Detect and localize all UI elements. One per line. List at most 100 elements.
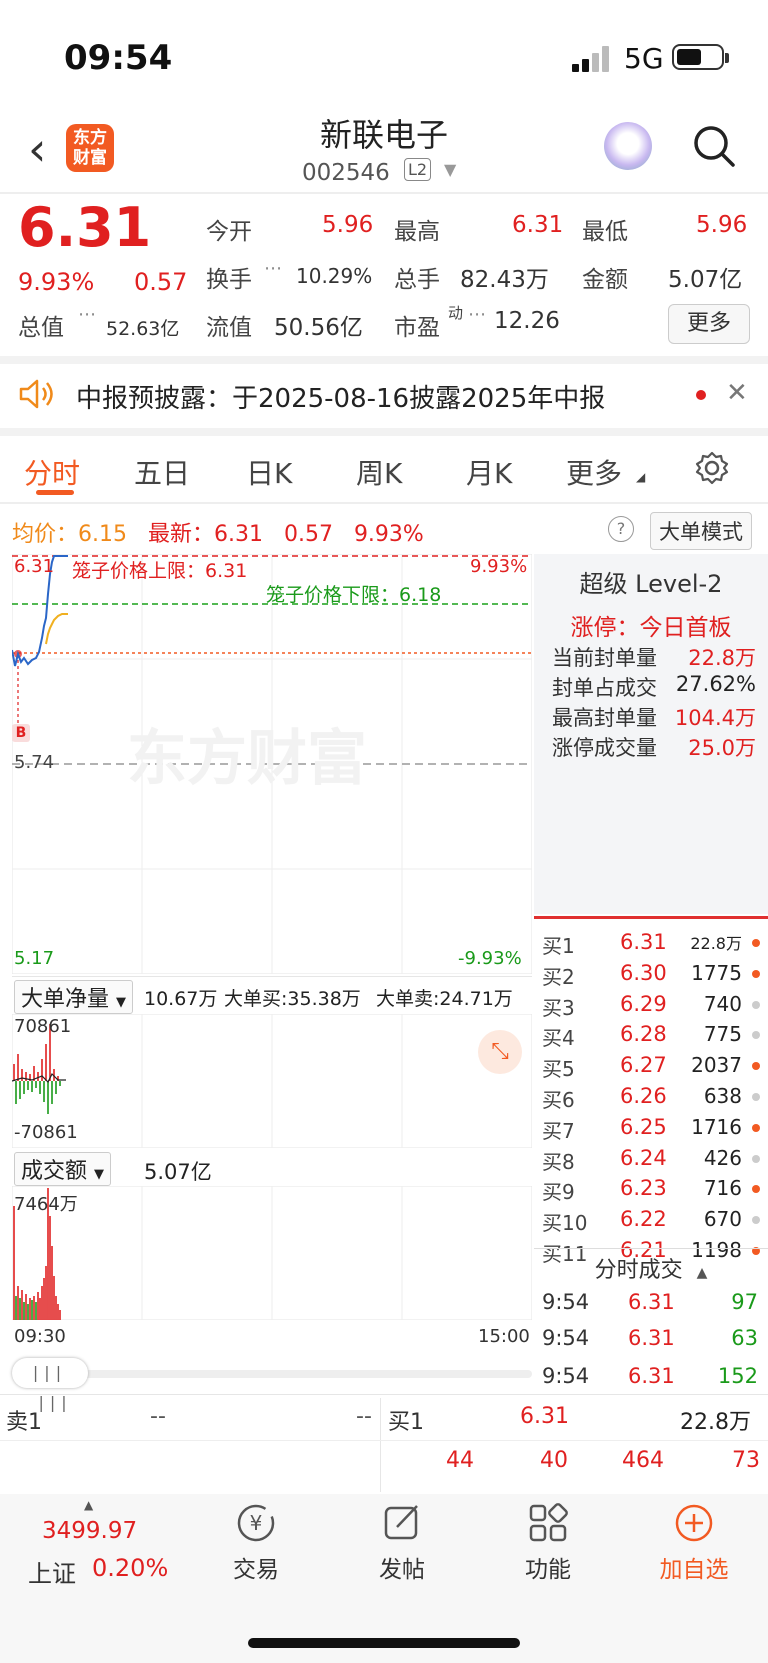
nav-post[interactable]: 发帖 <box>342 1500 462 1584</box>
bid-dot-icon <box>752 1155 760 1163</box>
bid-price: 6.24 <box>620 1146 667 1170</box>
buy-marker[interactable]: B <box>12 724 30 742</box>
bid-level-label: 买8 <box>542 1150 575 1174</box>
settings-gear-icon[interactable] <box>694 450 730 486</box>
announcement-text[interactable]: 中报预披露：于2025-08-16披露2025年中报 <box>76 378 605 415</box>
index-pct[interactable]: 0.20% <box>92 1554 168 1582</box>
stat-label: 当前封单量 <box>552 646 657 670</box>
turnover-chart[interactable] <box>12 1186 532 1320</box>
stat-label: 最高封单量 <box>552 706 657 730</box>
bid-price: 6.30 <box>620 961 667 985</box>
float-cap-label: 流值 <box>206 315 252 341</box>
bid-volume: 1775 <box>691 961 742 985</box>
index-value[interactable]: 3499.97 <box>42 1518 137 1544</box>
bid-volume: 426 <box>703 1146 742 1170</box>
latest-change: 0.57 <box>283 522 333 547</box>
assistant-robot-icon[interactable] <box>604 122 652 170</box>
stat-value: 27.62% <box>675 672 756 696</box>
bid-dot-icon <box>752 1185 760 1193</box>
corner-arrow-icon: ◢ <box>636 470 646 484</box>
low-label: 最低 <box>582 219 628 245</box>
bid-level-label: 买9 <box>542 1180 575 1204</box>
bid-price: 6.25 <box>620 1115 667 1139</box>
bid-dot-icon <box>752 1216 760 1224</box>
divider <box>12 976 532 977</box>
intraday-chart[interactable]: 东方财富 <box>12 554 532 974</box>
high-label: 最高 <box>394 219 440 245</box>
scroll-handle[interactable]: ||| ||| <box>12 1358 88 1412</box>
lower-cage-label: 笼子价格下限：6.18 <box>266 584 442 606</box>
turnover-rate-value: 10.29% <box>296 264 373 288</box>
upper-cage-label: 笼子价格上限：6.31 <box>72 560 248 582</box>
info-icon[interactable]: ⋯ <box>468 304 486 325</box>
tick-trades-title[interactable]: 分时成交 ▲ <box>534 1252 768 1284</box>
tick-price: 6.31 <box>628 1326 675 1350</box>
search-icon[interactable] <box>692 124 736 168</box>
post-icon <box>384 1505 418 1540</box>
tab-five-day[interactable]: 五日 <box>134 452 190 492</box>
net-big-selector[interactable]: 大单净量 ▼ <box>14 980 134 1014</box>
queue-order: 464 <box>622 1448 664 1473</box>
stock-name: 新联电子 <box>319 116 448 154</box>
tick-volume: 63 <box>731 1326 758 1350</box>
net-big-min: -70861 <box>14 1122 78 1143</box>
watermark: 东方财富 <box>127 724 367 794</box>
divider <box>0 1440 768 1441</box>
divider <box>534 916 768 919</box>
stat-value: 22.8万 <box>688 646 756 670</box>
open-value: 5.96 <box>322 212 374 238</box>
index-name[interactable]: 上证 <box>28 1554 76 1589</box>
info-icon[interactable]: ⋯ <box>264 258 282 279</box>
float-cap-value: 50.56亿 <box>274 315 363 341</box>
chevron-down-icon[interactable]: ▼ <box>444 160 456 179</box>
svg-text:¥: ¥ <box>250 1511 263 1535</box>
big-order-mode-button[interactable]: 大单模式 <box>650 512 752 550</box>
bid-volume: 2037 <box>691 1053 742 1077</box>
amount-value: 5.07亿 <box>668 267 743 293</box>
latest-value: 6.31 <box>214 522 263 547</box>
tab-weekly-k[interactable]: 周K <box>356 452 402 492</box>
trade-icon: ¥ <box>237 1504 275 1542</box>
time-start-label: 09:30 <box>14 1326 66 1347</box>
latest-pct: 9.93% <box>353 522 424 547</box>
tab-intraday[interactable]: 分时 <box>24 452 80 492</box>
net-big-max: 70861 <box>14 1016 72 1037</box>
expand-icon[interactable]: ⤡ <box>478 1030 522 1074</box>
turnover-selector[interactable]: 成交额 ▼ <box>14 1152 112 1186</box>
bid-volume: 716 <box>703 1176 742 1200</box>
nav-add-watchlist[interactable]: 加自选 <box>634 1500 754 1584</box>
active-tab-indicator <box>36 490 74 495</box>
nav-trade[interactable]: ¥ 交易 <box>196 1500 316 1584</box>
bid-volume: 638 <box>703 1084 742 1108</box>
net-big-chart[interactable] <box>12 1014 532 1148</box>
buy1-price: 6.31 <box>520 1404 569 1429</box>
close-icon[interactable]: ✕ <box>726 378 748 408</box>
pct-low-label: -9.93% <box>458 948 522 969</box>
turnover-rate-label: 换手 <box>206 267 252 293</box>
info-icon[interactable]: ⋯ <box>78 304 96 325</box>
low-value: 5.96 <box>696 212 748 238</box>
limit-up-status: 涨停：今日首板 <box>570 615 732 641</box>
level2-title[interactable]: 超级 Level-2 <box>534 564 768 599</box>
help-icon[interactable]: ? <box>608 516 634 542</box>
sell1-volume: -- <box>356 1404 372 1429</box>
more-button[interactable]: 更多 <box>668 304 750 344</box>
level2-badge[interactable]: L2 <box>404 158 432 181</box>
bid-volume: 1716 <box>691 1115 742 1139</box>
bid-dot-icon <box>752 970 760 978</box>
tab-monthly-k[interactable]: 月K <box>466 452 512 492</box>
signal-icon <box>572 46 609 72</box>
bid-level-label: 买2 <box>542 965 575 989</box>
bid-level-label: 买7 <box>542 1119 575 1143</box>
chart-info-line: 均价：6.15 最新：6.31 0.57 9.93% <box>12 516 424 548</box>
clock: 09:54 <box>64 38 173 78</box>
bid-level-label: 买1 <box>542 934 575 958</box>
tab-daily-k[interactable]: 日K <box>246 452 292 492</box>
bid-level-label: 买10 <box>542 1211 588 1235</box>
net-big-value: 10.67万 <box>144 988 218 1010</box>
tab-more[interactable]: 更多 <box>566 452 622 492</box>
add-icon <box>675 1504 713 1542</box>
nav-functions[interactable]: 功能 <box>488 1500 608 1584</box>
bid-dot-icon <box>752 1062 760 1070</box>
chart-scrollbar[interactable] <box>12 1370 532 1378</box>
